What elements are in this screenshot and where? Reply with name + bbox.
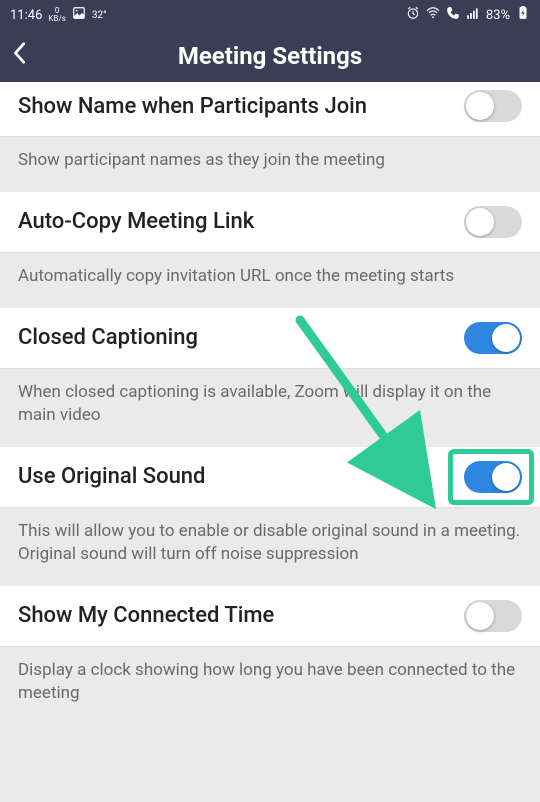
toggle-connected-time[interactable] [464, 600, 522, 632]
setting-row-show-name[interactable]: Show Name when Participants Join [0, 82, 540, 137]
setting-label: Auto-Copy Meeting Link [18, 209, 254, 234]
signal-icon [466, 6, 480, 24]
alarm-icon [406, 6, 420, 24]
picture-icon [72, 6, 86, 24]
status-temp: 32° [92, 10, 107, 21]
setting-desc: Automatically copy invitation URL once t… [0, 253, 540, 308]
setting-row-auto-copy[interactable]: Auto-Copy Meeting Link [0, 192, 540, 253]
setting-row-connected-time[interactable]: Show My Connected Time [0, 586, 540, 647]
call-icon [446, 6, 460, 24]
annotation-highlight-box [448, 449, 534, 505]
status-battery-pct: 83% [486, 8, 510, 23]
setting-label: Show Name when Participants Join [18, 94, 367, 119]
page-title: Meeting Settings [178, 42, 362, 70]
statusbar: 11:46 0 KB/s 32° 83% [0, 0, 540, 30]
page-header: Meeting Settings [0, 30, 540, 82]
status-kbps: 0 KB/s [48, 7, 65, 23]
setting-desc: When closed captioning is available, Zoo… [0, 369, 540, 447]
setting-label: Closed Captioning [18, 325, 198, 350]
battery-charging-icon [516, 6, 530, 24]
toggle-show-name[interactable] [464, 90, 522, 122]
wifi-icon [426, 6, 440, 24]
back-button[interactable] [12, 42, 28, 70]
toggle-auto-copy[interactable] [464, 206, 522, 238]
setting-row-closed-caption[interactable]: Closed Captioning [0, 308, 540, 369]
toggle-closed-caption[interactable] [464, 322, 522, 354]
setting-desc: Display a clock showing how long you hav… [0, 647, 540, 725]
status-time: 11:46 [10, 8, 42, 23]
setting-label: Use Original Sound [18, 464, 205, 489]
setting-desc: This will allow you to enable or disable… [0, 508, 540, 586]
setting-desc: Show participant names as they join the … [0, 137, 540, 192]
setting-label: Show My Connected Time [18, 603, 274, 628]
